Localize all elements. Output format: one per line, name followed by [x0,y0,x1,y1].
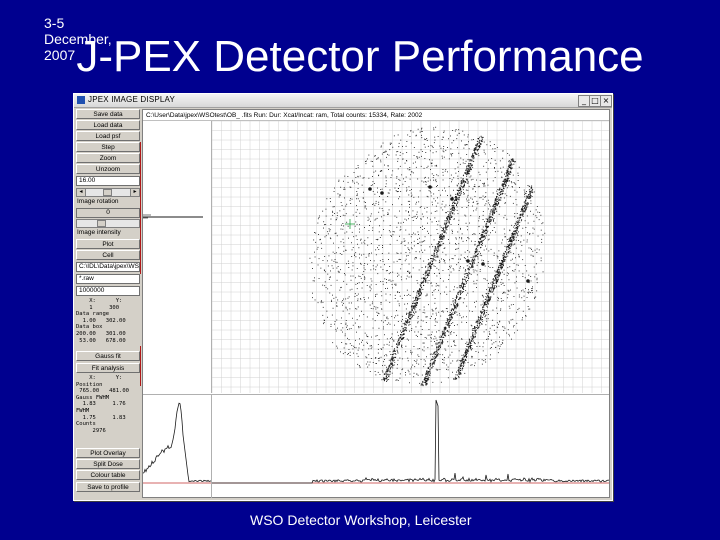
slider-right-arrow-icon[interactable]: ▸ [130,189,139,196]
footer-event: WSO Detector Workshop, Leicester [250,512,472,528]
vertical-profile-plot [143,121,212,393]
panel-separator-line [140,142,141,274]
crosshair-marker-icon [345,219,355,229]
panel-separator-line [140,346,141,386]
save-to-profile-button[interactable]: Save to profile [76,482,140,492]
plot-overlay-button[interactable]: Plot Overlay [76,448,140,458]
footer-date: 3-5 December, 2007 [44,15,112,63]
histogram-panel [143,394,609,498]
histogram-curve [143,402,211,483]
jpex-image-display-window: JPEX IMAGE DISPLAY _ □ × Save data Load … [73,93,613,501]
detector-image-canvas[interactable] [212,121,609,393]
split-dose-button[interactable]: Split Dose [76,459,140,469]
intensity-histogram [143,395,212,498]
image-display-area: C:\User\Data\jpex\WSOtest\OB_ .fits Run:… [142,109,610,498]
horizontal-profile-plot [212,395,609,498]
close-button[interactable]: × [600,95,612,107]
profile-curve [212,399,609,484]
colour-table-button[interactable]: Colour table [76,470,140,480]
window-titlebar[interactable]: JPEX IMAGE DISPLAY _ □ × [74,94,612,108]
detector-image[interactable] [212,121,609,393]
file-path-display: C:\User\Data\jpex\WSOtest\OB_ .fits Run:… [143,110,609,121]
